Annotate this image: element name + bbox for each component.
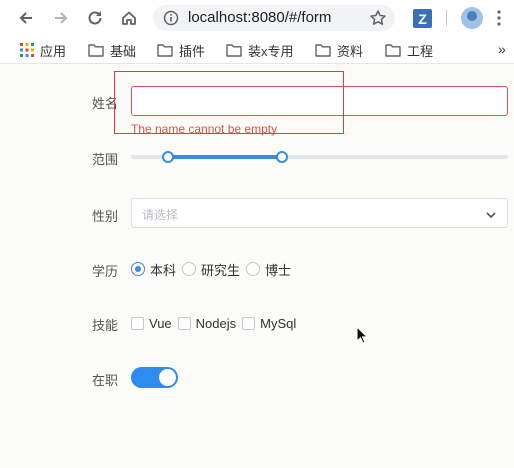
switch-knob[interactable]: [159, 369, 176, 386]
radio-circle[interactable]: [246, 262, 261, 276]
url-text[interactable]: localhost:8080/#/form: [188, 9, 331, 26]
extension-z-icon[interactable]: Z: [413, 9, 432, 28]
folder-icon: [385, 43, 401, 57]
range-slider-fill: [168, 155, 282, 159]
checkbox-box[interactable]: [242, 316, 256, 330]
profile-avatar[interactable]: [461, 7, 483, 29]
range-slider-handle-high[interactable]: [276, 151, 288, 163]
bookmark-label: 资料: [337, 43, 364, 59]
radio-doctor[interactable]: 博士: [246, 260, 291, 279]
bookmark-star-icon[interactable]: [366, 6, 390, 30]
skills-label: 技能: [92, 318, 119, 333]
radio-label: 研究生: [201, 262, 241, 278]
checkbox-box[interactable]: [177, 316, 191, 330]
forward-icon[interactable]: [49, 6, 73, 30]
checkbox-label: MySql: [260, 315, 297, 331]
bookmark-folder-materials[interactable]: 资料: [315, 40, 363, 60]
education-radio-group: 本科 研究生 博士: [131, 260, 297, 279]
skills-checkbox-group: Vue Nodejs MySql: [131, 315, 302, 331]
bookmark-folder-special[interactable]: 装x专用: [226, 40, 294, 60]
bookmark-label: 应用: [40, 43, 67, 59]
bookmarks-bar: 应用 基础 插件 装x专用 资料 工程 »: [0, 36, 514, 64]
checkbox-nodejs[interactable]: Nodejs: [177, 315, 237, 331]
address-bar[interactable]: localhost:8080/#/form: [153, 5, 395, 31]
folder-icon: [157, 43, 173, 57]
checkbox-vue[interactable]: Vue: [131, 316, 172, 331]
bookmark-label: 基础: [110, 43, 137, 59]
bookmark-folder-plugins[interactable]: 插件: [157, 40, 205, 60]
bookmark-apps[interactable]: 应用: [20, 40, 66, 60]
bookmark-label: 工程: [407, 43, 434, 59]
apps-grid-icon: [20, 43, 34, 57]
education-label: 学历: [92, 264, 119, 279]
checkbox-mysql[interactable]: MySql: [242, 316, 296, 331]
browser-toolbar: localhost:8080/#/form Z: [0, 0, 514, 36]
chevron-down-icon: [485, 208, 497, 226]
home-icon[interactable]: [117, 6, 141, 30]
checkbox-label: Nodejs: [195, 315, 237, 331]
bookmark-label: 装x专用: [248, 43, 294, 59]
employed-label: 在职: [92, 373, 119, 388]
gender-select-placeholder: 请选择: [142, 208, 179, 222]
bookmark-label: 插件: [179, 43, 206, 59]
gender-label: 性别: [92, 209, 119, 224]
bookmark-folder-basics[interactable]: 基础: [88, 40, 136, 60]
radio-master[interactable]: 研究生: [182, 260, 240, 279]
checkbox-label: Vue: [149, 315, 172, 331]
radio-label: 博士: [265, 262, 292, 278]
radio-circle[interactable]: [131, 262, 145, 276]
checkbox-box[interactable]: [131, 316, 144, 330]
info-icon[interactable]: [163, 10, 179, 31]
folder-icon: [315, 43, 331, 57]
toolbar-divider: [446, 10, 447, 26]
range-slider-handle-low[interactable]: [162, 151, 174, 163]
folder-icon: [88, 43, 104, 57]
radio-label: 本科: [150, 262, 177, 278]
reload-icon[interactable]: [83, 6, 107, 30]
radio-bachelor[interactable]: 本科: [131, 260, 176, 279]
gender-select[interactable]: 请选择: [131, 198, 508, 228]
back-icon[interactable]: [14, 6, 38, 30]
menu-dots-icon[interactable]: [497, 10, 501, 26]
bookmarks-overflow-button[interactable]: »: [498, 41, 506, 57]
highlight-box: [114, 71, 344, 134]
employed-switch[interactable]: [131, 367, 178, 388]
mouse-cursor-icon: [356, 325, 369, 349]
radio-circle[interactable]: [182, 262, 197, 276]
bookmark-folder-projects[interactable]: 工程: [385, 40, 433, 60]
folder-icon: [226, 43, 242, 57]
range-label: 范围: [92, 152, 119, 167]
